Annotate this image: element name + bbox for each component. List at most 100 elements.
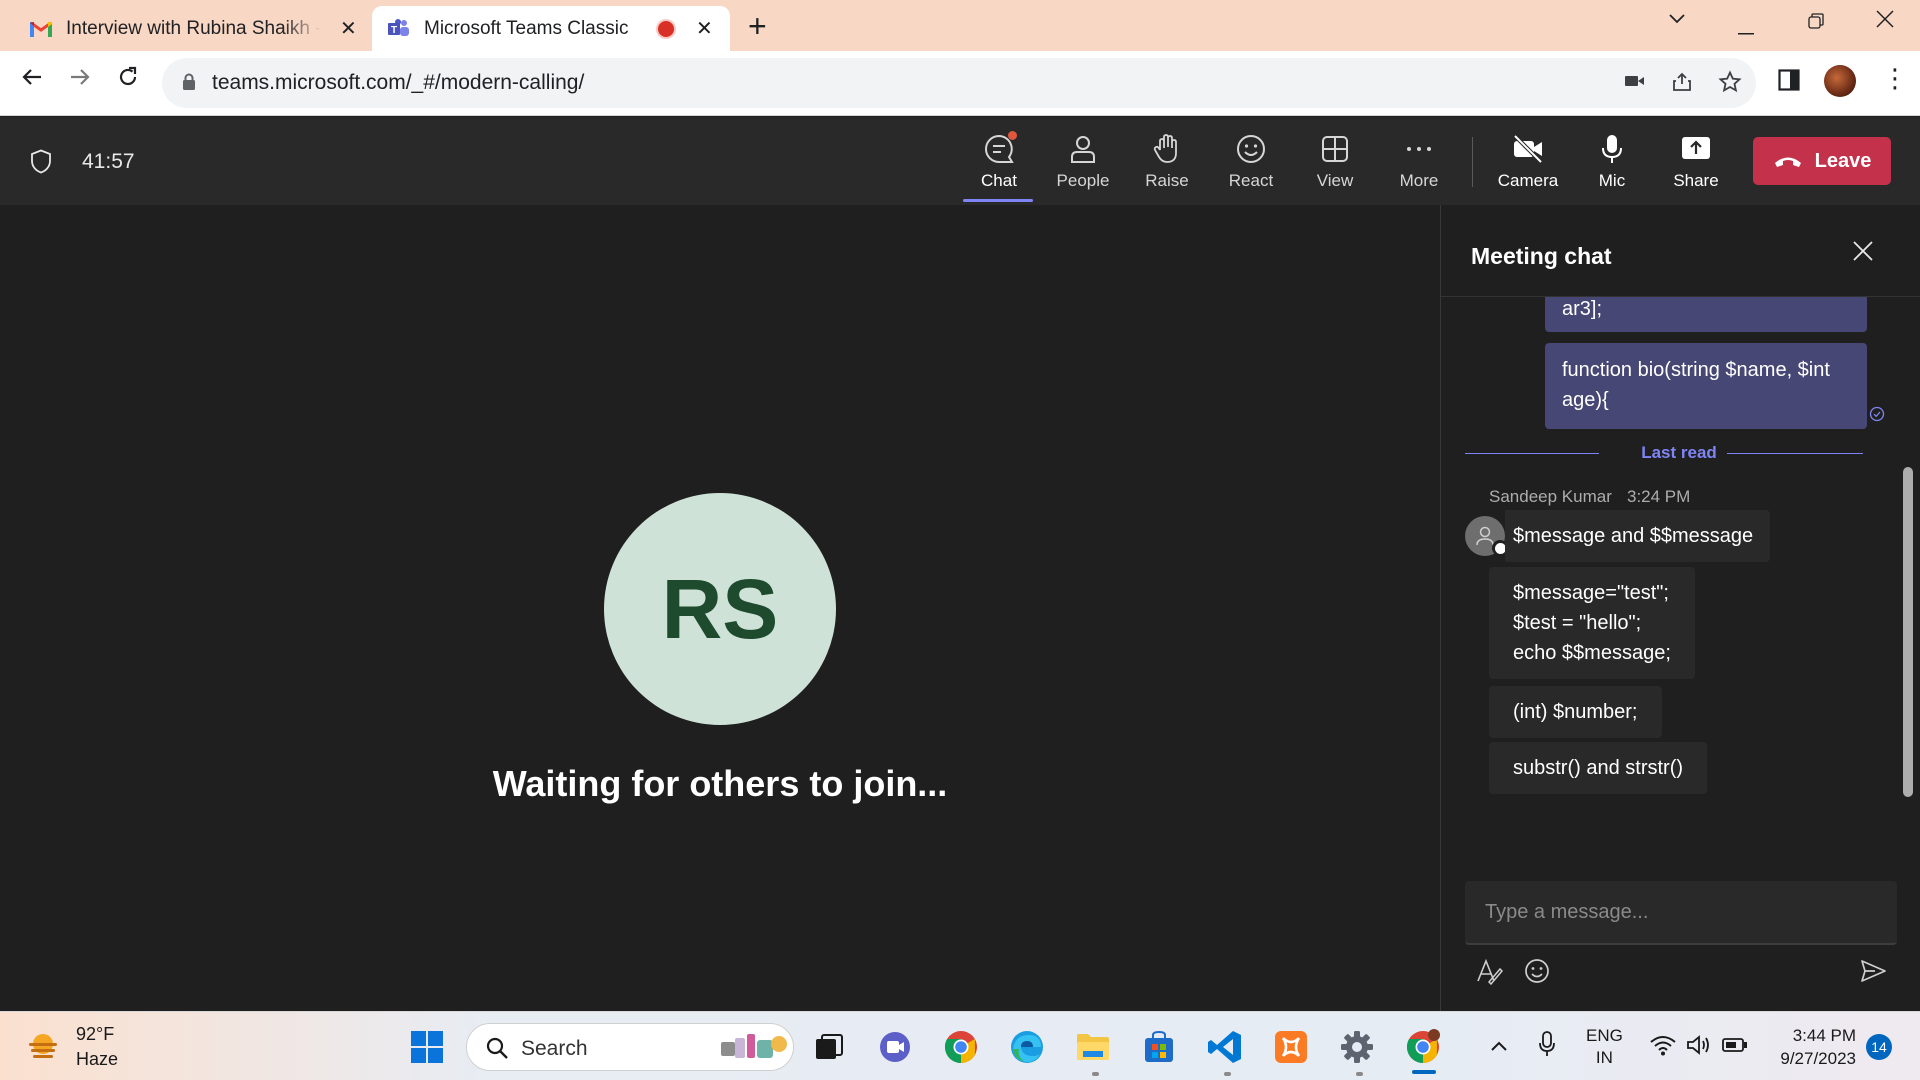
notification-badge[interactable]: 14: [1866, 1034, 1892, 1060]
toolbar-divider: [1472, 137, 1473, 187]
read-receipt-icon: [1869, 406, 1885, 422]
meeting-control-bar: 41:57 Chat People Raise React View More …: [0, 117, 1920, 205]
chat-notification-dot: [1008, 131, 1017, 140]
new-tab-button[interactable]: +: [748, 8, 767, 45]
shield-icon: [31, 149, 51, 174]
mic-label: Mic: [1598, 171, 1626, 190]
people-label: People: [1056, 171, 1110, 190]
store-taskbar-button[interactable]: [1138, 1026, 1180, 1068]
tab-search-icon[interactable]: [1668, 8, 1686, 31]
back-icon[interactable]: [20, 65, 44, 96]
system-clock[interactable]: 3:44 PM 9/27/2023: [1770, 1024, 1856, 1070]
vscode-taskbar-button[interactable]: [1204, 1026, 1246, 1068]
wifi-icon[interactable]: [1650, 1034, 1676, 1061]
microphone-tray-icon[interactable]: [1538, 1031, 1556, 1062]
view-button[interactable]: View: [1298, 127, 1372, 197]
chrome-profile-taskbar-button[interactable]: [1402, 1026, 1444, 1068]
camera-button[interactable]: Camera: [1491, 127, 1565, 197]
leave-button[interactable]: Leave: [1753, 137, 1891, 185]
camera-blocked-icon[interactable]: [1624, 73, 1646, 94]
edge-taskbar-button[interactable]: [1006, 1026, 1048, 1068]
compose-box[interactable]: [1465, 881, 1897, 945]
send-icon[interactable]: [1859, 957, 1887, 985]
vscode-icon: [1208, 1031, 1241, 1063]
smiley-icon: [1237, 135, 1265, 163]
close-tab-icon[interactable]: ✕: [696, 16, 713, 41]
show-hidden-icons[interactable]: [1490, 1036, 1508, 1057]
emoji-icon[interactable]: [1523, 957, 1551, 985]
browser-toolbar: teams.microsoft.com/_#/modern-calling/ ⋮: [0, 51, 1920, 116]
windows-taskbar: 92°F Haze Search ENG IN 3:44 PM 9/27/202…: [0, 1011, 1920, 1080]
tab-title: Microsoft Teams Classic: [424, 17, 629, 39]
tab-interview[interactable]: Interview with Rubina Shaikh - P ✕: [14, 6, 366, 51]
tab-teams[interactable]: T Microsoft Teams Classic ✕: [372, 6, 730, 51]
teams-chat-taskbar-button[interactable]: [874, 1026, 916, 1068]
view-label: View: [1316, 171, 1354, 190]
meeting-timer: 41:57: [82, 150, 135, 173]
message-timestamp: 3:24 PM: [1627, 487, 1691, 506]
search-icon: [486, 1037, 508, 1059]
forward-icon[interactable]: [68, 65, 92, 96]
side-panel-icon[interactable]: [1778, 67, 1800, 98]
participant-avatar: RS: [604, 493, 836, 725]
meeting-stage: RS Waiting for others to join...: [0, 205, 1440, 1011]
chat-scrollbar[interactable]: [1903, 467, 1913, 797]
start-button[interactable]: [406, 1026, 448, 1068]
haze-sun-icon[interactable]: [26, 1030, 60, 1064]
close-icon[interactable]: [1853, 241, 1873, 261]
meeting-chat-panel: ar3]; function bio(string $name, $int ag…: [1440, 205, 1920, 1011]
raise-hand-button[interactable]: Raise: [1130, 127, 1204, 197]
people-button[interactable]: People: [1046, 127, 1120, 197]
running-indicator: [1224, 1072, 1231, 1076]
settings-taskbar-button[interactable]: [1336, 1026, 1378, 1068]
running-indicator: [1092, 1072, 1099, 1076]
file-explorer-taskbar-button[interactable]: [1072, 1026, 1114, 1068]
share-page-icon[interactable]: [1670, 70, 1694, 99]
last-read-label: Last read: [1641, 443, 1717, 462]
active-app-indicator: [1412, 1070, 1436, 1074]
format-icon[interactable]: [1475, 957, 1503, 985]
input-language[interactable]: ENG IN: [1586, 1025, 1623, 1069]
running-indicator: [1356, 1072, 1363, 1076]
language-code: ENG: [1586, 1026, 1623, 1045]
react-button[interactable]: React: [1214, 127, 1288, 197]
profile-avatar[interactable]: [1824, 65, 1856, 97]
xampp-taskbar-button[interactable]: [1270, 1026, 1312, 1068]
address-bar[interactable]: teams.microsoft.com/_#/modern-calling/: [162, 58, 1756, 108]
close-tab-icon[interactable]: ✕: [340, 16, 357, 41]
share-label: Share: [1673, 171, 1719, 190]
leave-label: Leave: [1814, 149, 1872, 172]
clock-time: 3:44 PM: [1792, 1026, 1856, 1045]
chrome-taskbar-button[interactable]: [940, 1026, 982, 1068]
lock-icon[interactable]: [182, 73, 196, 91]
my-message: function bio(string $name, $int age){: [1545, 343, 1867, 429]
more-button[interactable]: More: [1382, 127, 1456, 197]
raise-label: Raise: [1145, 171, 1189, 190]
battery-icon[interactable]: [1722, 1037, 1748, 1058]
react-label: React: [1228, 171, 1274, 190]
gmail-icon: [30, 18, 52, 40]
task-view-button[interactable]: [808, 1026, 850, 1068]
taskbar-search[interactable]: Search: [466, 1023, 794, 1071]
region-code: IN: [1595, 1048, 1613, 1067]
people-icon: [1071, 136, 1095, 163]
svg-text:T: T: [391, 25, 397, 36]
reload-icon[interactable]: [116, 65, 140, 96]
browser-tab-bar: Interview with Rubina Shaikh - P ✕ T Mic…: [0, 0, 1920, 51]
chrome-icon: [944, 1031, 977, 1063]
mic-icon: [1602, 135, 1622, 163]
share-button[interactable]: Share: [1659, 127, 1733, 197]
bookmark-star-icon[interactable]: [1718, 70, 1742, 99]
more-dots-icon: [1407, 147, 1431, 151]
chat-button[interactable]: Chat: [962, 127, 1036, 197]
restore-icon[interactable]: [1808, 12, 1824, 35]
close-window-icon[interactable]: [1876, 10, 1894, 34]
message-input[interactable]: [1465, 881, 1897, 943]
clock-date: 9/27/2023: [1780, 1049, 1856, 1068]
volume-icon[interactable]: [1686, 1034, 1712, 1061]
browser-menu-icon[interactable]: ⋮: [1882, 63, 1908, 94]
camera-label: Camera: [1497, 171, 1559, 190]
mic-button[interactable]: Mic: [1575, 127, 1649, 197]
minimize-icon[interactable]: [1738, 18, 1754, 41]
weather-condition: Haze: [76, 1049, 119, 1069]
